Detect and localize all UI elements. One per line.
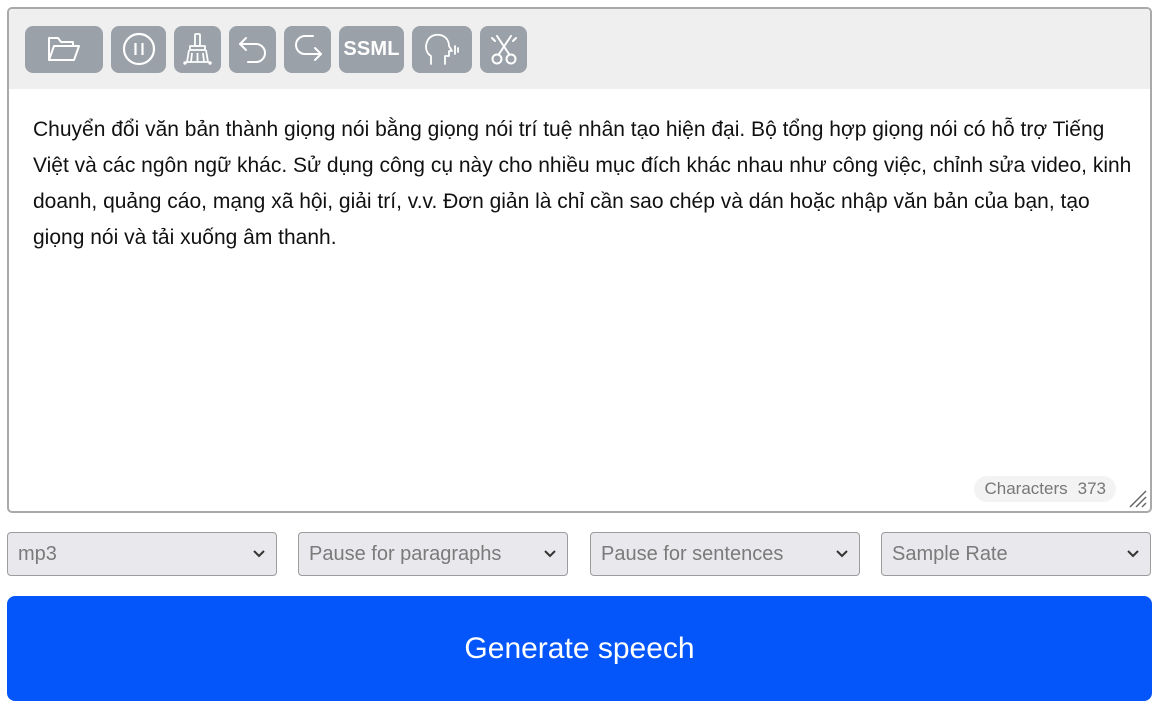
characters-count: 373 bbox=[1077, 479, 1106, 498]
undo-button[interactable] bbox=[229, 25, 276, 73]
undo-icon bbox=[238, 37, 266, 63]
chevron-down-icon bbox=[543, 549, 557, 559]
broom-icon bbox=[182, 33, 212, 65]
pause-paragraphs-select[interactable]: Pause for paragraphs bbox=[298, 532, 568, 576]
scissors-icon bbox=[490, 35, 517, 65]
pause-icon bbox=[122, 32, 155, 66]
generate-speech-button[interactable]: Generate speech bbox=[7, 596, 1152, 701]
text-input[interactable]: Chuyển đổi văn bản thành giọng nói bằng … bbox=[33, 112, 1133, 256]
open-file-button[interactable] bbox=[25, 25, 103, 73]
cut-button[interactable] bbox=[480, 25, 527, 73]
text-editor: SSML Chuyển đổi văn bản thành giọng nói … bbox=[7, 7, 1152, 513]
chevron-down-icon bbox=[835, 549, 849, 559]
editor-toolbar: SSML bbox=[9, 9, 1150, 89]
sample-rate-select[interactable]: Sample Rate bbox=[881, 532, 1151, 576]
ssml-button[interactable]: SSML bbox=[339, 25, 404, 73]
pause-sentences-value: Pause for sentences bbox=[601, 542, 784, 565]
clear-button[interactable] bbox=[174, 25, 221, 73]
speaking-head-icon bbox=[425, 33, 459, 65]
resize-handle-icon[interactable] bbox=[1126, 487, 1148, 509]
pause-paragraphs-value: Pause for paragraphs bbox=[309, 542, 502, 565]
sample-rate-value: Sample Rate bbox=[892, 542, 1008, 565]
redo-icon bbox=[294, 35, 322, 61]
pause-button[interactable] bbox=[111, 25, 166, 73]
character-counter: Characters 373 bbox=[974, 476, 1116, 502]
redo-button[interactable] bbox=[284, 25, 331, 73]
chevron-down-icon bbox=[1126, 549, 1140, 559]
pause-sentences-select[interactable]: Pause for sentences bbox=[590, 532, 860, 576]
format-select-value: mp3 bbox=[18, 542, 57, 565]
folder-open-icon bbox=[48, 37, 80, 61]
chevron-down-icon bbox=[252, 549, 266, 559]
format-select[interactable]: mp3 bbox=[7, 532, 277, 576]
voice-button[interactable] bbox=[412, 25, 472, 73]
characters-label: Characters bbox=[984, 479, 1068, 498]
